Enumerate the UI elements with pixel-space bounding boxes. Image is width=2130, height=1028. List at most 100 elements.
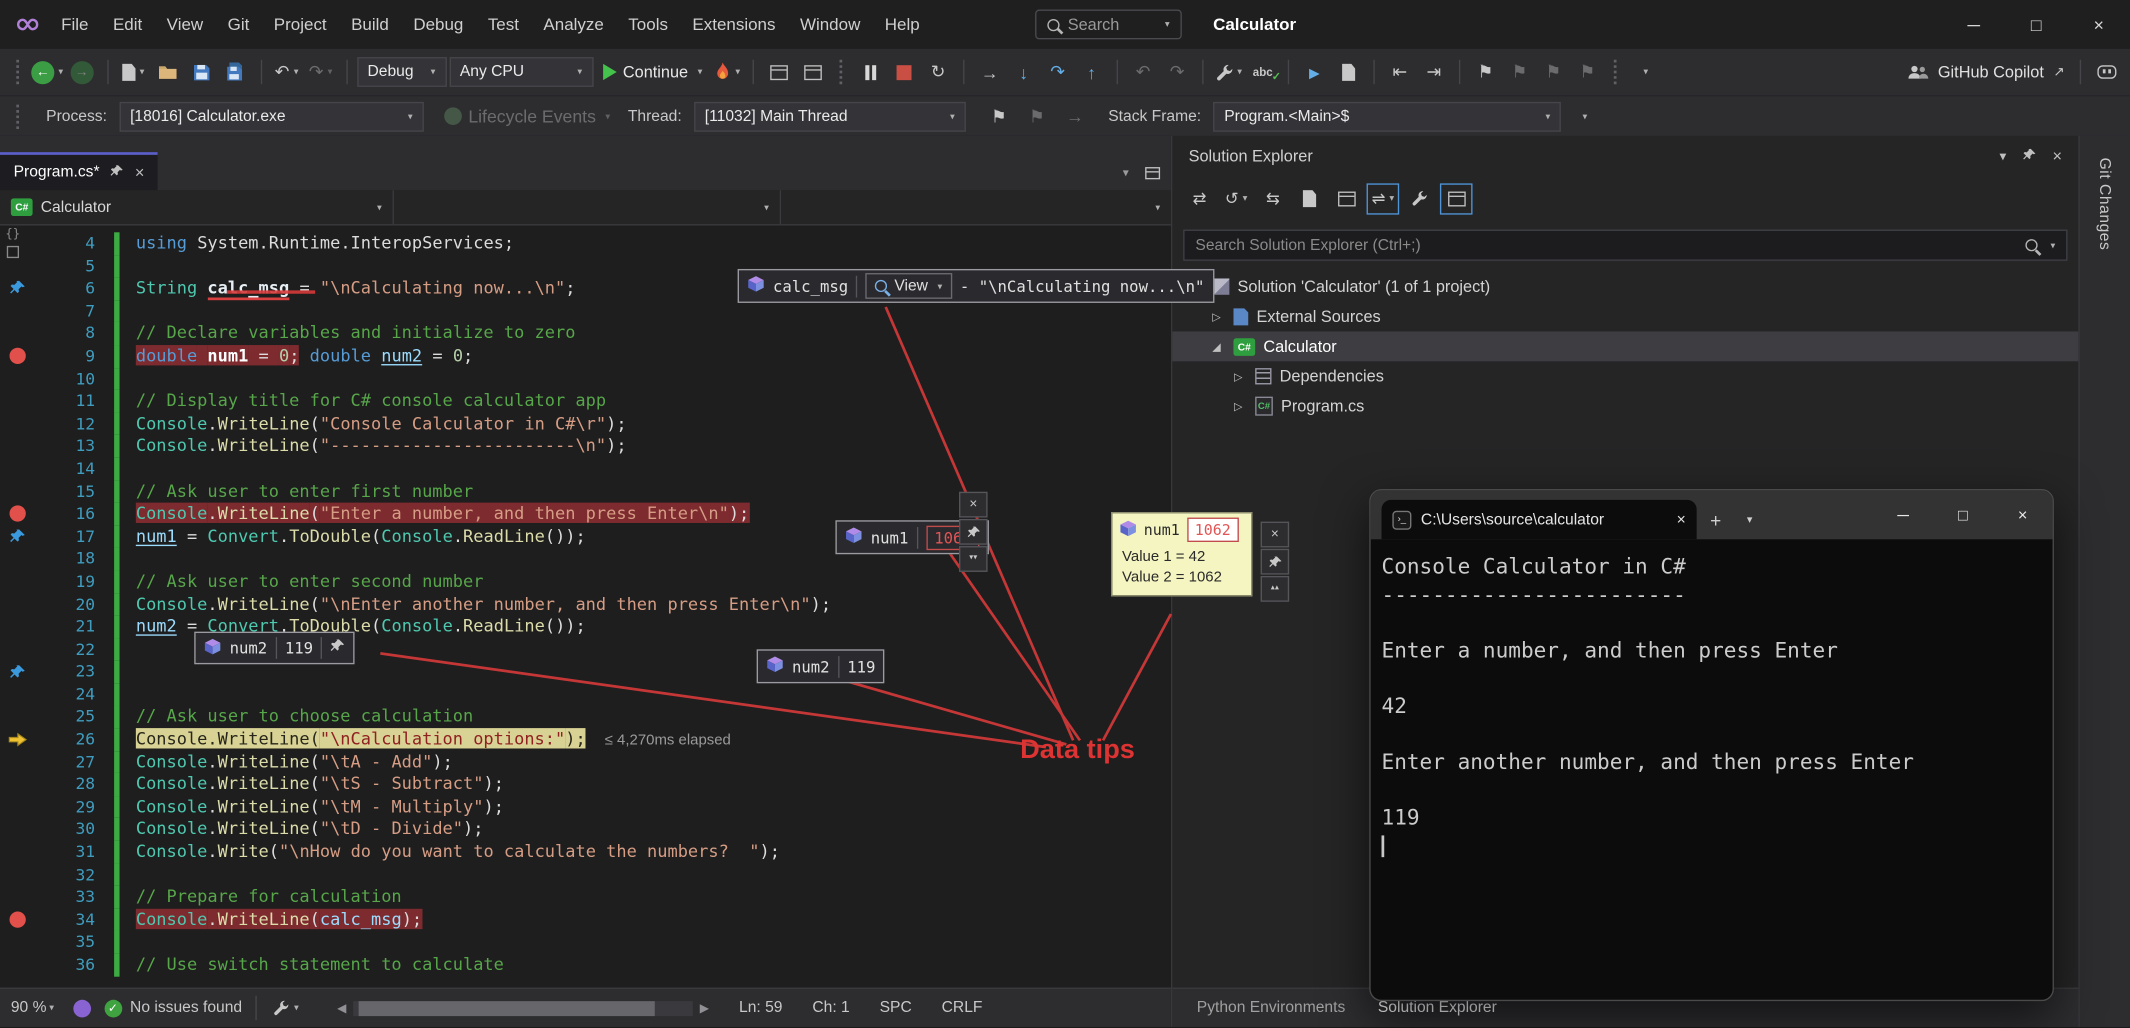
tab-git-changes[interactable]: Git Changes bbox=[2096, 158, 2112, 251]
code-line[interactable]: Console.WriteLine("\tS - Subtract"); bbox=[120, 773, 504, 796]
code-line[interactable] bbox=[120, 548, 136, 571]
close-terminal-tab-icon[interactable]: × bbox=[1677, 511, 1686, 527]
menu-debug[interactable]: Debug bbox=[401, 0, 476, 49]
show-all-files-button[interactable] bbox=[1440, 183, 1473, 214]
redo-button[interactable]: ↷▾ bbox=[305, 56, 336, 89]
solution-search-box[interactable]: Search Solution Explorer (Ctrl+;) ▾ bbox=[1183, 230, 2067, 261]
toolbar-grip[interactable] bbox=[1614, 60, 1618, 84]
code-line[interactable] bbox=[120, 255, 136, 278]
menu-window[interactable]: Window bbox=[788, 0, 873, 49]
menu-extensions[interactable]: Extensions bbox=[680, 0, 788, 49]
flag-threads-button[interactable]: ⚑ bbox=[983, 100, 1014, 133]
pinned-datatip-num2[interactable]: num2 119 bbox=[194, 632, 355, 665]
process-dropdown[interactable]: [18016] Calculator.exe▾ bbox=[119, 101, 423, 131]
save-button[interactable] bbox=[185, 56, 216, 89]
current-statement-icon[interactable] bbox=[0, 728, 35, 751]
datatip-num2-hover[interactable]: num2 119 bbox=[757, 649, 885, 683]
terminal-title-bar[interactable]: ›_ C:\Users\source\calculator × + ▾ ─ □ … bbox=[1371, 490, 2053, 539]
scrollbar-thumb[interactable] bbox=[359, 1000, 655, 1015]
type-dropdown[interactable]: ▾ bbox=[394, 190, 781, 224]
code-line[interactable] bbox=[120, 661, 136, 684]
line-ending-indicator[interactable]: CRLF bbox=[942, 1000, 983, 1016]
breakpoint-icon[interactable] bbox=[0, 345, 35, 368]
code-line[interactable]: // Display title for C# console calculat… bbox=[120, 390, 607, 413]
code-line[interactable]: Console.WriteLine("\tA - Add"); bbox=[120, 751, 453, 774]
switch-views-button[interactable]: ⇆ bbox=[1257, 183, 1290, 214]
close-datatip-button[interactable]: × bbox=[959, 492, 988, 518]
previous-bookmark-button[interactable]: ⚑ bbox=[1504, 56, 1535, 89]
code-line[interactable] bbox=[120, 300, 136, 323]
history-button[interactable]: ↺▾ bbox=[1220, 183, 1253, 214]
code-line[interactable]: Console.WriteLine("\nEnter another numbe… bbox=[120, 593, 832, 616]
code-line[interactable]: // Use switch statement to calculate bbox=[120, 954, 504, 977]
code-line[interactable]: Console.WriteLine("\tD - Divide"); bbox=[120, 818, 484, 841]
pin-datatip-button[interactable] bbox=[959, 519, 988, 545]
code-line[interactable]: num1 = Convert.ToDouble(Console.ReadLine… bbox=[120, 525, 586, 548]
code-line[interactable] bbox=[120, 368, 136, 391]
increase-indent-button[interactable]: ⇥ bbox=[1418, 56, 1449, 89]
navigate-forward-button[interactable]: → bbox=[66, 56, 97, 89]
code-line[interactable]: Console.WriteLine("\tM - Multiply"); bbox=[120, 796, 504, 819]
code-line[interactable] bbox=[120, 931, 136, 954]
view-value-button[interactable]: View ▾ bbox=[866, 273, 952, 299]
menu-file[interactable]: File bbox=[49, 0, 101, 49]
project-dropdown[interactable]: C# Calculator ▾ bbox=[0, 190, 394, 224]
code-line[interactable]: // Ask user to enter second number bbox=[120, 570, 484, 593]
format-document-button[interactable]: ► bbox=[1299, 56, 1330, 89]
visual-studio-logo-icon[interactable] bbox=[11, 10, 44, 40]
maximize-button[interactable]: □ bbox=[2005, 0, 2067, 49]
code-cleanup-status-button[interactable]: ▾ bbox=[271, 992, 302, 1025]
lifecycle-events-button[interactable]: Lifecycle Events▾ bbox=[444, 100, 610, 133]
code-line[interactable]: Console.Write("\nHow do you want to calc… bbox=[120, 841, 780, 864]
stack-frame-dropdown[interactable]: Program.<Main>$▾ bbox=[1213, 101, 1561, 131]
pin-tab-icon[interactable] bbox=[110, 164, 124, 182]
sync-with-active-document-button[interactable]: ⇄ bbox=[1183, 183, 1216, 214]
menu-project[interactable]: Project bbox=[262, 0, 339, 49]
pinned-datatip-note-num1[interactable]: num1 1062 Value 1 = 42Value 2 = 1062 bbox=[1111, 512, 1252, 596]
terminal-minimize-button[interactable]: ─ bbox=[1873, 490, 1933, 539]
code-line[interactable] bbox=[120, 458, 136, 481]
solution-platform-dropdown[interactable]: Any CPU▾ bbox=[449, 57, 593, 87]
unpin-datatip-icon[interactable] bbox=[331, 638, 346, 657]
code-line[interactable]: // Ask user to enter first number bbox=[120, 480, 474, 503]
debugbar-overflow-button[interactable]: ▾ bbox=[1568, 100, 1599, 133]
step-over-button[interactable]: ↷ bbox=[1042, 56, 1073, 89]
terminal-close-button[interactable]: × bbox=[1993, 490, 2053, 539]
menu-test[interactable]: Test bbox=[476, 0, 532, 49]
column-indicator[interactable]: Ch: 1 bbox=[812, 1000, 849, 1016]
feedback-icon[interactable] bbox=[73, 999, 91, 1017]
toolbar-grip[interactable] bbox=[16, 60, 20, 84]
tab-program-cs[interactable]: Program.cs* × bbox=[0, 152, 158, 190]
copilot-chat-button[interactable] bbox=[2091, 56, 2122, 89]
line-indicator[interactable]: Ln: 59 bbox=[739, 1000, 782, 1016]
search-box[interactable]: Search ▾ bbox=[1035, 10, 1182, 40]
close-panel-icon[interactable]: × bbox=[2053, 147, 2063, 166]
terminal-output[interactable]: Console Calculator in C#----------------… bbox=[1371, 539, 2053, 860]
code-line[interactable]: // Ask user to choose calculation bbox=[120, 706, 474, 729]
terminal-maximize-button[interactable]: □ bbox=[1933, 490, 1993, 539]
thread-dropdown[interactable]: [11032] Main Thread▾ bbox=[694, 101, 966, 131]
break-all-button[interactable] bbox=[855, 56, 886, 89]
open-file-button[interactable] bbox=[151, 56, 182, 89]
code-line[interactable]: // Declare variables and initialize to z… bbox=[120, 322, 576, 345]
code-window-button[interactable] bbox=[764, 56, 795, 89]
show-current-thread-button[interactable]: → bbox=[1059, 100, 1090, 133]
code-editor[interactable]: {} 4using System.Runtime.InteropServices… bbox=[0, 225, 1171, 987]
unflag-threads-button[interactable]: ⚑ bbox=[1021, 100, 1052, 133]
continue-button[interactable]: Continue▾ bbox=[596, 56, 710, 89]
navigate-back-button[interactable]: ←▾ bbox=[31, 56, 63, 89]
step-out-button[interactable]: ↑ bbox=[1076, 56, 1107, 89]
comment-lines-button[interactable] bbox=[1333, 56, 1364, 89]
properties-button[interactable] bbox=[1403, 183, 1436, 214]
step-into-button[interactable]: ↓ bbox=[1008, 56, 1039, 89]
pinned-datatip-icon[interactable] bbox=[0, 525, 35, 548]
horizontal-scrollbar[interactable]: ◀▶ bbox=[337, 1000, 709, 1015]
menu-analyze[interactable]: Analyze bbox=[531, 0, 616, 49]
toggle-bookmark-button[interactable]: ⚑ bbox=[1470, 56, 1501, 89]
tree-item-solution-calculator-1-of-1-project[interactable]: Solution 'Calculator' (1 of 1 project) bbox=[1172, 272, 2078, 302]
split-window-button[interactable] bbox=[797, 56, 828, 89]
toolbar-overflow-button[interactable]: ▾ bbox=[1629, 56, 1660, 89]
menu-edit[interactable]: Edit bbox=[101, 0, 155, 49]
expander-icon[interactable]: ▷ bbox=[1229, 370, 1247, 382]
breakpoint-icon[interactable] bbox=[0, 503, 35, 526]
